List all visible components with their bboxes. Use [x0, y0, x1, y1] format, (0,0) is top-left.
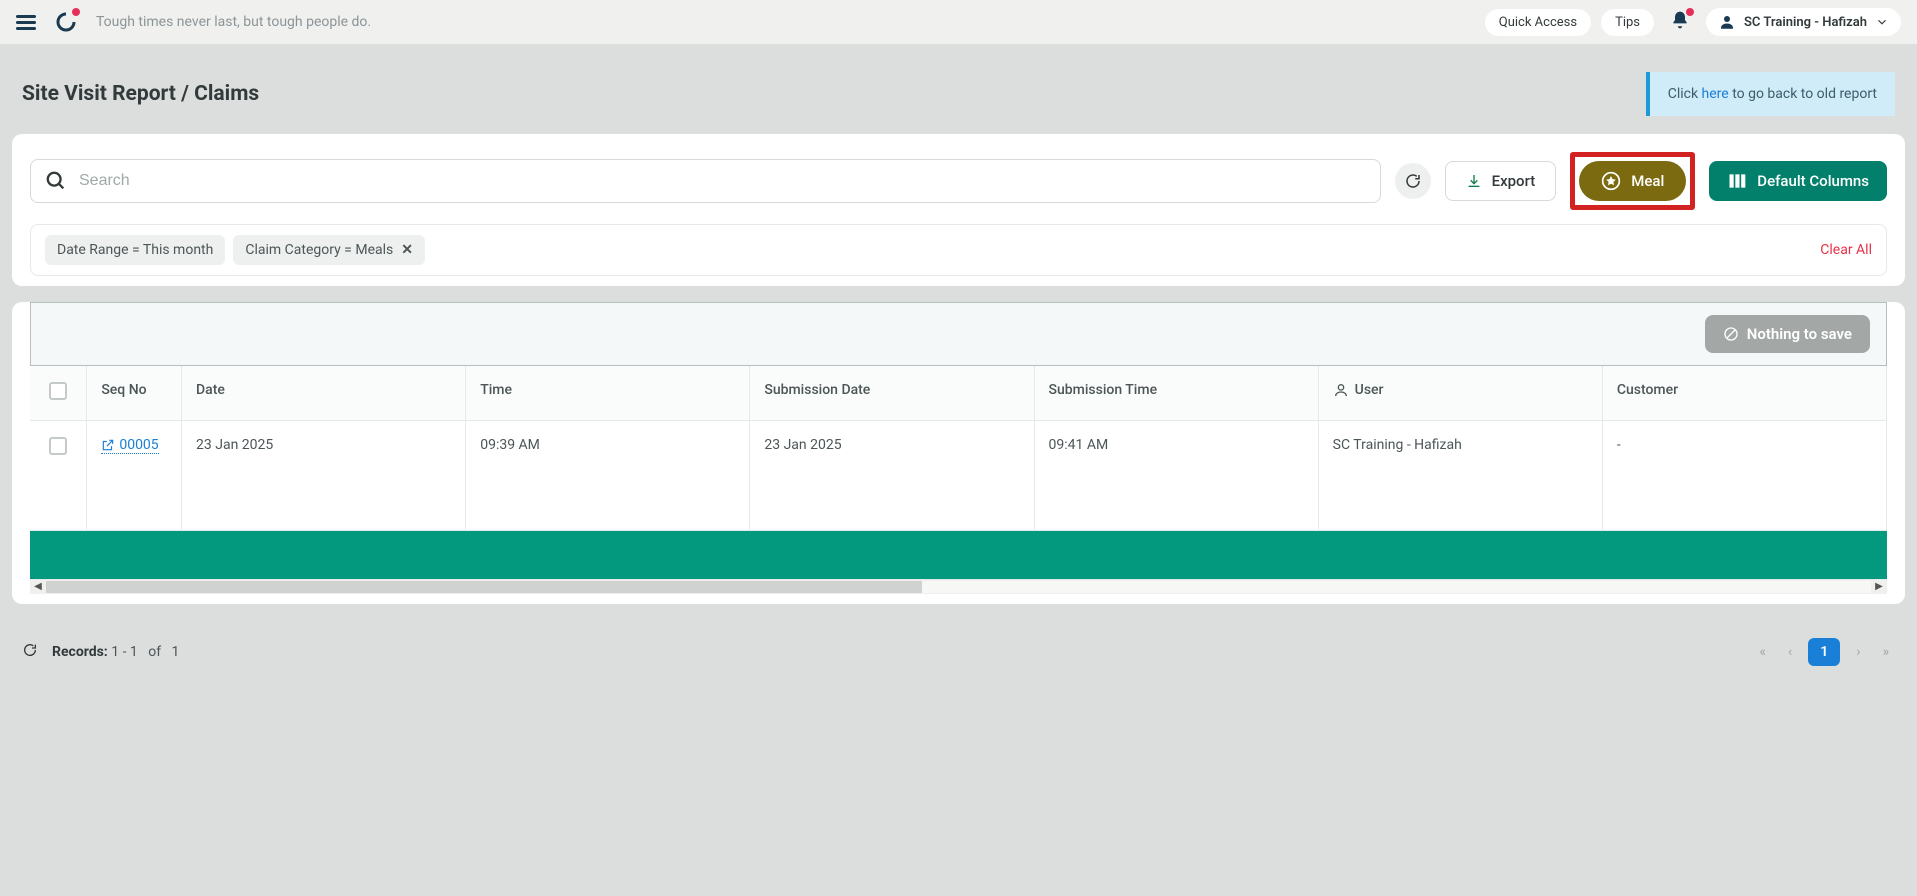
quick-access-button[interactable]: Quick Access — [1485, 9, 1591, 36]
pager-next[interactable]: › — [1850, 640, 1866, 664]
remove-filter-icon[interactable]: ✕ — [401, 242, 413, 258]
pager-first[interactable]: « — [1753, 640, 1772, 664]
col-submission-time[interactable]: Submission Time — [1034, 366, 1318, 421]
cell-submission-date: 23 Jan 2025 — [750, 421, 1034, 531]
scroll-left-icon[interactable]: ◀ — [30, 581, 46, 592]
col-user[interactable]: User — [1318, 366, 1602, 421]
col-seq-no[interactable]: Seq No — [87, 366, 182, 421]
table-header-row: Seq No Date Time Submission Date Submiss… — [30, 366, 1887, 421]
old-report-notice: Click here to go back to old report — [1646, 72, 1895, 116]
filter-chip-date-range[interactable]: Date Range = This month — [45, 235, 225, 265]
refresh-icon — [1404, 172, 1422, 190]
cell-date: 23 Jan 2025 — [182, 421, 466, 531]
search-field[interactable] — [30, 159, 1381, 203]
ban-icon — [1723, 326, 1739, 342]
highlight-meal: Meal — [1570, 152, 1695, 210]
pager-last[interactable]: » — [1876, 640, 1895, 664]
horizontal-scrollbar[interactable]: ◀ ▶ — [30, 580, 1887, 594]
pager-current[interactable]: 1 — [1808, 638, 1840, 666]
refresh-button[interactable] — [1395, 163, 1431, 199]
pagination: « ‹ 1 › » — [1753, 638, 1895, 666]
col-date[interactable]: Date — [182, 366, 466, 421]
clear-all-filters[interactable]: Clear All — [1820, 242, 1872, 258]
nothing-to-save-button: Nothing to save — [1705, 315, 1870, 353]
cell-submission-time: 09:41 AM — [1034, 421, 1318, 531]
avatar-icon — [1718, 13, 1736, 31]
select-all-checkbox[interactable] — [49, 382, 67, 400]
chevron-down-icon — [1875, 15, 1889, 29]
cell-time: 09:39 AM — [466, 421, 750, 531]
filter-chip-claim-category[interactable]: Claim Category = Meals ✕ — [233, 235, 425, 265]
search-input[interactable] — [79, 172, 1366, 190]
notifications-icon[interactable] — [1664, 10, 1696, 34]
scroll-right-icon[interactable]: ▶ — [1871, 581, 1887, 592]
app-logo[interactable] — [54, 10, 78, 34]
tips-button[interactable]: Tips — [1601, 9, 1654, 36]
tagline: Tough times never last, but tough people… — [96, 14, 1467, 30]
columns-icon — [1727, 171, 1747, 191]
user-menu[interactable]: SC Training - Hafizah — [1706, 8, 1901, 36]
scroll-thumb[interactable] — [46, 581, 922, 593]
user-name-label: SC Training - Hafizah — [1744, 15, 1867, 30]
old-report-link[interactable]: here — [1702, 86, 1729, 102]
records-label: Records: — [52, 644, 108, 660]
seq-link[interactable]: 00005 — [101, 437, 158, 454]
menu-icon[interactable] — [16, 15, 36, 30]
meal-button[interactable]: Meal — [1579, 161, 1686, 201]
star-icon — [1601, 171, 1621, 191]
external-link-icon — [101, 438, 115, 452]
records-range: 1 - 1 — [111, 644, 138, 660]
cell-customer: - — [1602, 421, 1886, 531]
pager-prev[interactable]: ‹ — [1782, 640, 1798, 664]
default-columns-button[interactable]: Default Columns — [1709, 161, 1887, 201]
cell-user: SC Training - Hafizah — [1318, 421, 1602, 531]
user-icon — [1333, 382, 1349, 398]
records-of: of — [148, 644, 161, 660]
totals-row — [30, 531, 1887, 579]
export-button[interactable]: Export — [1445, 161, 1557, 201]
download-icon — [1466, 173, 1482, 189]
refresh-records-icon[interactable] — [22, 642, 38, 662]
col-customer[interactable]: Customer — [1602, 366, 1886, 421]
col-time[interactable]: Time — [466, 366, 750, 421]
records-total: 1 — [172, 644, 180, 660]
col-submission-date[interactable]: Submission Date — [750, 366, 1034, 421]
search-icon — [45, 170, 67, 192]
table-row: 00005 23 Jan 2025 09:39 AM 23 Jan 2025 0… — [30, 421, 1887, 531]
page-title: Site Visit Report / Claims — [22, 82, 259, 106]
row-checkbox[interactable] — [49, 437, 67, 455]
